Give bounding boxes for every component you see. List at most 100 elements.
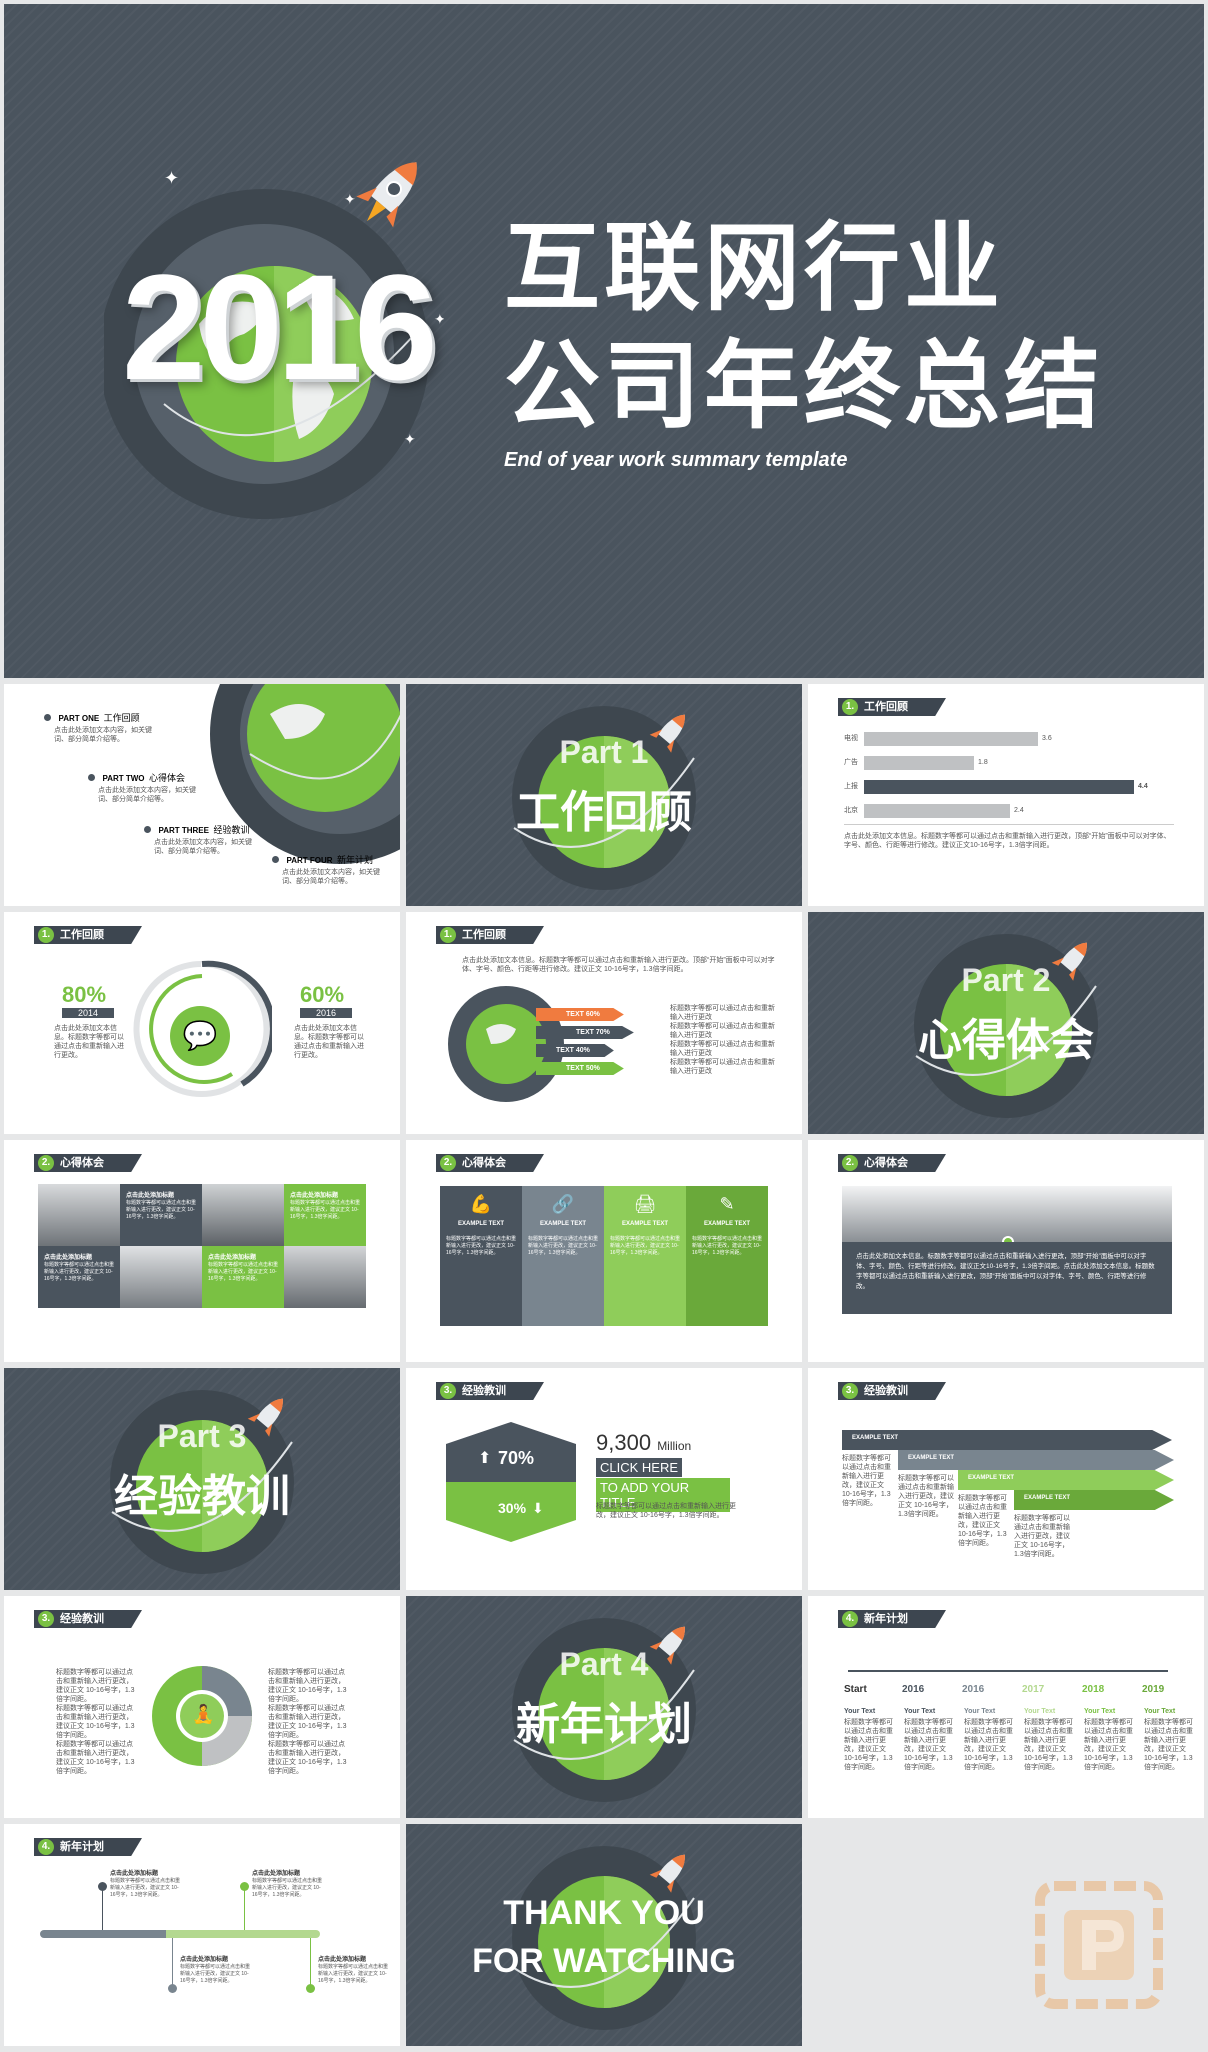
- caption-box-1: 点击此处添加标题 标题数字等都可以通过点击和重新输入进行更改，建议正文 10-1…: [120, 1184, 202, 1246]
- timeline-item-text-4: 标题数字等都可以通过点击和重新输入进行更改，建议正文 10-16号字，1.3倍字…: [1024, 1719, 1073, 1771]
- bar-desc: 点击此处添加文本信息。标题数字等都可以通过点击和重新输入进行更改，顶部“开始”面…: [844, 833, 1171, 849]
- section-num: 3.: [38, 1611, 54, 1627]
- tag-2: TEXT 70%: [536, 1026, 634, 1039]
- timeline-item-text-5: 标题数字等都可以通过点击和重新输入进行更改，建议正文 10-16号字，1.3倍字…: [1084, 1719, 1133, 1771]
- timeline-year-2: 2016: [962, 1684, 985, 1695]
- section-label: 经验教训: [60, 1613, 104, 1625]
- tag-1: TEXT 60%: [536, 1008, 624, 1021]
- bar-value-3: 4.4: [1138, 783, 1148, 790]
- timeline-item-text-2: 标题数字等都可以通过点击和重新输入进行更改，建议正文 10-16号字，1.3倍字…: [904, 1719, 953, 1771]
- muscle-icon: 💪: [469, 1194, 493, 1214]
- plan-stem-1: [102, 1886, 103, 1930]
- part1-cn: 工作回顾: [516, 788, 692, 837]
- part-globe: [512, 1846, 696, 2030]
- card-text: 标题数字等都可以通过点击和重新输入进行更改，建议正文 10-16号字，1.3倍字…: [610, 1236, 681, 1256]
- bar-chart-slide: 1. 工作回顾 电视 3.6 广告 1.8 上报 4.4 北京 2.4 点击此处添…: [808, 684, 1204, 906]
- plan-stem-2: [244, 1886, 245, 1930]
- card-3[interactable]: 🖨 EXAMPLE TEXT 标题数字等都可以通过点击和重新输入进行更改，建议正…: [604, 1186, 686, 1326]
- plan-title-3: 点击此处添加标题: [180, 1957, 229, 1963]
- card-text: 标题数字等都可以通过点击和重新输入进行更改，建议正文 10-16号字，1.3倍字…: [528, 1236, 599, 1256]
- toc-desc-2: 点击此处添加文本内容，如关键词、部分简单介绍等。: [98, 787, 196, 803]
- plan-title-4: 点击此处添加标题: [318, 1957, 367, 1963]
- caption-text: 标题数字等都可以通过点击和重新输入进行更改，建议正文 10-16号字，1.3倍字…: [208, 1262, 279, 1282]
- part3-slide: Part 3 经验教训: [4, 1368, 400, 1590]
- big-number: 9,300 Million: [596, 1430, 691, 1456]
- toc-desc-1: 点击此处添加文本内容，如关键词、部分简单介绍等。: [54, 727, 152, 743]
- section-num: 2.: [842, 1155, 858, 1171]
- card-label: EXAMPLE TEXT: [621, 1221, 668, 1227]
- section-label: 经验教训: [864, 1385, 908, 1397]
- timeline-item-text-6: 标题数字等都可以通过点击和重新输入进行更改，建议正文 10-16号字，1.3倍字…: [1144, 1719, 1193, 1771]
- section-label: 心得体会: [462, 1157, 506, 1169]
- section-bar: 2. 心得体会: [838, 1154, 946, 1172]
- toc-item-2[interactable]: PART TWO 心得体会 点击此处添加文本内容，如关键词、部分简单介绍等。: [88, 768, 218, 804]
- caption-title: 点击此处添加标题: [44, 1255, 93, 1261]
- part2-slide: Part 2 心得体会: [808, 912, 1204, 1134]
- caption-box-4: 点击此处添加标题 标题数字等都可以通过点击和重新输入进行更改，建议正文 10-1…: [202, 1246, 284, 1308]
- section-bar: 1. 工作回顾: [838, 698, 946, 716]
- bar-4: [864, 804, 1010, 818]
- plan-dot-1: [98, 1882, 107, 1891]
- toc-item-1[interactable]: PART ONE 工作回顾 点击此处添加文本内容，如关键词、部分简单介绍等。: [44, 708, 174, 744]
- arrow-text-4: 标题数字等都可以通过点击和重新输入进行更改，建议正文 10-16号字，1.3倍字…: [1014, 1515, 1070, 1558]
- bar-label-4: 北京: [844, 807, 858, 814]
- down-percent: 30%: [498, 1500, 527, 1516]
- timeline-item-text-3: 标题数字等都可以通过点击和重新输入进行更改，建议正文 10-16号字，1.3倍字…: [964, 1719, 1013, 1771]
- section-num: 3.: [842, 1383, 858, 1399]
- timeline-start: Start: [844, 1684, 867, 1695]
- hero-subtitle: End of year work summary template: [504, 449, 848, 471]
- bar-1: [864, 732, 1038, 746]
- timeline-item-text-1: 标题数字等都可以通过点击和重新输入进行更改，建议正文 10-16号字，1.3倍字…: [844, 1719, 893, 1771]
- caption-title: 点击此处添加标题: [126, 1193, 175, 1199]
- section-num: 1.: [440, 927, 456, 943]
- section-label: 工作回顾: [864, 701, 908, 713]
- divider: [844, 824, 1174, 825]
- plan-slide: 4. 新年计划 点击此处添加标题 标题数字等都可以通过点击和重新输入进行更改，建议…: [4, 1824, 400, 2046]
- tag-text-1: 标题数字等都可以通过点击和重新输入进行更改: [670, 1005, 775, 1021]
- card-label: EXAMPLE TEXT: [457, 1221, 504, 1227]
- toc-label-1: 工作回顾: [103, 713, 140, 723]
- section-num: 2.: [440, 1155, 456, 1171]
- ring-text-1: 标题数字等都可以通过点击和重新输入进行更改，建议正文 10-16号字，1.3倍字…: [56, 1669, 135, 1703]
- left-year: 2014: [62, 1008, 114, 1018]
- up-arrow-icon: ⬆: [478, 1450, 492, 1467]
- svg-text:✦: ✦: [404, 431, 416, 447]
- card-1[interactable]: 💪 EXAMPLE TEXT 标题数字等都可以通过点击和重新输入进行更改，建议正…: [440, 1186, 522, 1326]
- ring-text-2: 标题数字等都可以通过点击和重新输入进行更改，建议正文 10-16号字，1.3倍字…: [56, 1705, 135, 1739]
- toc-part-1: PART ONE: [58, 714, 100, 723]
- arrow-label-1: EXAMPLE TEXT: [852, 1435, 899, 1441]
- card-text: 标题数字等都可以通过点击和重新输入进行更改，建议正文 10-16号字，1.3倍字…: [446, 1236, 517, 1256]
- bar-label-3: 上报: [844, 783, 858, 790]
- tag-text-2: 标题数字等都可以通过点击和重新输入进行更改: [670, 1023, 775, 1039]
- card-2[interactable]: 🔗 EXAMPLE TEXT 标题数字等都可以通过点击和重新输入进行更改，建议正…: [522, 1186, 604, 1326]
- bar-2: [864, 756, 974, 770]
- toc-item-4[interactable]: PART FOUR 新年计划 点击此处添加文本内容，如关键词、部分简单介绍等。: [272, 850, 392, 886]
- timeline-item-title-5: Your Text: [1084, 1708, 1116, 1715]
- hero-title: 互联网行业 公司年终总结: [504, 209, 1104, 445]
- photo-3: [120, 1246, 202, 1308]
- thanks-line1: THANK YOU: [503, 1894, 705, 1932]
- logo-watermark-icon: [1035, 1881, 1163, 2009]
- hero-title-line2: 公司年终总结: [504, 330, 1104, 442]
- link-icon: 🔗: [551, 1194, 575, 1214]
- card-4[interactable]: ✎ EXAMPLE TEXT 标题数字等都可以通过点击和重新输入进行更改，建议正…: [686, 1186, 768, 1326]
- arrow-label-2: EXAMPLE TEXT: [908, 1455, 955, 1461]
- bar-label-1: 电视: [844, 735, 858, 742]
- part4-slide: Part 4 新年计划: [406, 1596, 802, 1818]
- toc-desc-4: 点击此处添加文本内容，如关键词、部分简单介绍等。: [282, 869, 380, 885]
- photo-1: [38, 1184, 120, 1246]
- section-label: 心得体会: [60, 1157, 104, 1169]
- printer-icon: 🖨: [633, 1194, 657, 1214]
- stats-desc: 标题数字等都可以通过点击和重新输入进行更改，建议正文 10-16号字，1.3倍字…: [596, 1503, 736, 1519]
- click-here-button[interactable]: CLICK HERE: [596, 1458, 683, 1477]
- part3-cn: 经验教训: [114, 1472, 290, 1521]
- toc-label-2: 心得体会: [148, 773, 185, 783]
- four-cards-slide: 2. 心得体会 💪 EXAMPLE TEXT 标题数字等都可以通过点击和重新输入进…: [406, 1140, 802, 1362]
- tag-text-3: 标题数字等都可以通过点击和重新输入进行更改: [670, 1041, 775, 1057]
- bar-label-2: 广告: [844, 759, 858, 766]
- part2-cn: 心得体会: [918, 1016, 1094, 1065]
- caption-title: 点击此处添加标题: [208, 1255, 257, 1261]
- edit-icon: ✎: [719, 1194, 735, 1214]
- toc-item-3[interactable]: PART THREE 经验教训 点击此处添加文本内容，如关键词、部分简单介绍等。: [144, 820, 274, 856]
- part2-en: Part 2: [961, 962, 1051, 998]
